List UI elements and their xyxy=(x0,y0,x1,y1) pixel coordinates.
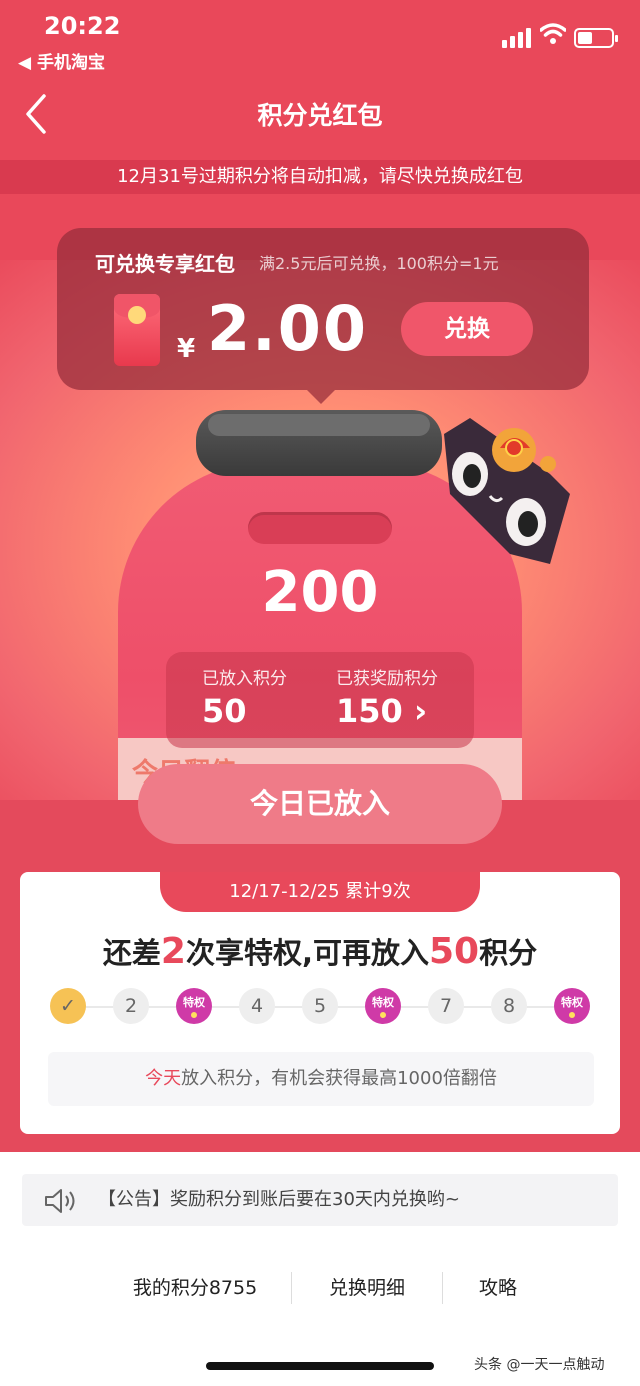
step-privilege-gift-icon[interactable]: 特权 xyxy=(554,988,590,1024)
privilege-card: 12/17-12/25 累计9次 还差2次享特权,可再放入50积分 ✓ 2 特权… xyxy=(20,872,620,1134)
step-item: 4 xyxy=(239,988,275,1024)
reward-points-link[interactable]: 150 › xyxy=(336,692,427,730)
put-points-label: 已放入积分 xyxy=(202,669,287,689)
battery-icon xyxy=(574,28,618,48)
remaining-count: 2 xyxy=(160,931,186,972)
status-time: 20:22 xyxy=(44,12,121,40)
cellular-signal-icon xyxy=(502,26,532,48)
redpacket-subtitle: 满2.5元后可兑换，100积分=1元 xyxy=(259,254,499,273)
announcement-bar[interactable]: 【公告】奖励积分到账后要在30天内兑换哟~ xyxy=(22,1174,618,1226)
put-points-value: 50 xyxy=(202,692,247,730)
tip-text: 放入积分，有机会获得最高1000倍翻倍 xyxy=(181,1068,497,1089)
redpacket-title: 可兑换专享红包 xyxy=(95,252,235,276)
double-tip-box: 今天放入积分，有机会获得最高1000倍翻倍 xyxy=(48,1052,594,1106)
jar-coin-slot xyxy=(248,512,392,544)
redpacket-amount: 2.00 xyxy=(207,292,368,365)
tip-accent: 今天 xyxy=(145,1068,182,1089)
jar-lid-highlight xyxy=(208,414,430,436)
reward-points-value: 150 xyxy=(336,692,403,730)
watermark: 头条 @一天一点触动 xyxy=(474,1357,605,1373)
tmall-cat-mascot-icon xyxy=(444,418,570,564)
heading-text-2: 次享特权,可再放入 xyxy=(185,936,429,970)
red-envelope-icon xyxy=(114,294,160,366)
exchange-button[interactable]: 兑换 xyxy=(401,302,533,356)
step-item: 5 xyxy=(302,988,338,1024)
period-tab: 12/17-12/25 累计9次 xyxy=(160,872,480,912)
jar-stats-panel: 已放入积分 50 已获奖励积分 150 › xyxy=(166,652,474,748)
step-item: 2 xyxy=(113,988,149,1024)
back-to-app-link[interactable]: ◀ 手机淘宝 xyxy=(18,48,105,73)
wifi-icon xyxy=(540,23,566,44)
put-points-button[interactable]: 今日已放入 xyxy=(138,764,502,844)
privilege-heading: 还差2次享特权,可再放入50积分 xyxy=(20,930,620,972)
speaker-icon xyxy=(45,1189,75,1213)
my-points-link[interactable]: 我的积分8755 xyxy=(100,1262,290,1314)
step-privilege-gift-icon[interactable]: 特权 xyxy=(176,988,212,1024)
step-item: 8 xyxy=(491,988,527,1024)
expiry-notice-bar: 12月31号过期积分将自动扣减，请尽快兑换成红包 xyxy=(0,160,640,194)
step-check-icon: ✓ xyxy=(50,988,86,1024)
currency-symbol: ¥ xyxy=(177,334,196,364)
home-indicator[interactable] xyxy=(206,1362,434,1370)
remaining-points: 50 xyxy=(428,931,480,972)
reward-points-label: 已获奖励积分 xyxy=(336,669,438,689)
step-privilege-gift-icon[interactable]: 特权 xyxy=(365,988,401,1024)
page-title: 积分兑红包 xyxy=(257,101,383,130)
heading-text-1: 还差 xyxy=(102,936,161,970)
footer-nav: 我的积分8755 兑换明细 攻略 xyxy=(0,1262,640,1314)
guide-link[interactable]: 攻略 xyxy=(443,1262,553,1314)
heading-text-3: 积分 xyxy=(479,936,538,970)
step-item: 7 xyxy=(428,988,464,1024)
exchange-detail-link[interactable]: 兑换明细 xyxy=(292,1262,442,1314)
announcement-text: 【公告】奖励积分到账后要在30天内兑换哟~ xyxy=(98,1189,460,1210)
redpacket-card: 可兑换专享红包 满2.5元后可兑换，100积分=1元 ¥ 2.00 兑换 xyxy=(57,228,589,404)
chevron-right-icon: › xyxy=(413,692,428,730)
